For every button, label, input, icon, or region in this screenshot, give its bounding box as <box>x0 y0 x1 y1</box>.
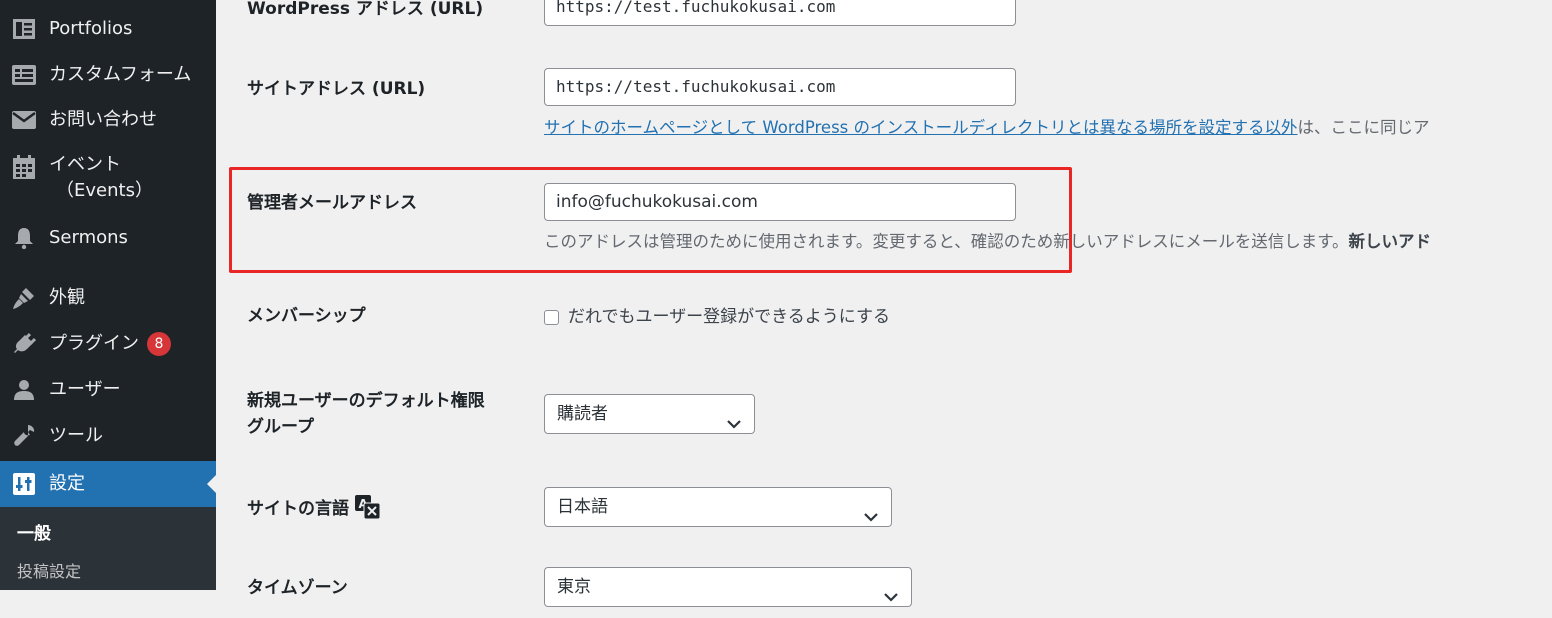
site-language-select[interactable]: 日本語 <box>544 487 892 527</box>
sidebar-item-label: イベント <box>49 154 121 175</box>
calendar-icon <box>12 155 36 179</box>
admin-sidebar: Portfolios カスタムフォーム お問い合わせ イベント （Events）… <box>0 0 216 590</box>
timezone-select[interactable]: 東京 <box>544 567 912 607</box>
timezone-label: タイムゾーン <box>247 578 348 598</box>
chevron-down-icon <box>863 500 879 522</box>
sidebar-item-users[interactable]: ユーザー <box>0 377 216 407</box>
chevron-down-icon <box>726 407 742 429</box>
site-address-help-link[interactable]: サイトのホームページとして WordPress のインストールディレクトリとは異… <box>544 118 1298 137</box>
site-address-description: サイトのホームページとして WordPress のインストールディレクトリとは異… <box>544 116 1430 140</box>
form-icon <box>12 63 36 87</box>
sidebar-item-plugins[interactable]: プラグイン 8 <box>0 331 216 361</box>
sidebar-item-events[interactable]: イベント （Events） <box>0 152 216 206</box>
sidebar-item-appearance[interactable]: 外観 <box>0 285 216 315</box>
sidebar-item-custom-form[interactable]: カスタムフォーム <box>0 62 216 92</box>
sidebar-item-label: お問い合わせ <box>49 109 157 130</box>
mail-icon <box>12 108 36 132</box>
sidebar-item-label: Portfolios <box>49 18 133 39</box>
settings-submenu: 一般 投稿設定 <box>0 507 216 590</box>
admin-email-label: 管理者メールアドレス <box>247 193 417 213</box>
default-role-label-line2: グループ <box>247 417 314 437</box>
site-language-value: 日本語 <box>557 497 608 517</box>
update-count-badge: 8 <box>147 332 171 356</box>
default-role-label: 新規ユーザーのデフォルト権限 <box>247 391 485 411</box>
chevron-down-icon <box>883 580 899 602</box>
submenu-item-general[interactable]: 一般 <box>17 523 51 545</box>
wp-address-input[interactable]: https://test.fuchukokusai.com <box>544 0 1016 26</box>
sidebar-item-portfolios[interactable]: Portfolios <box>0 16 216 46</box>
settings-icon <box>12 472 36 496</box>
sidebar-item-label: ユーザー <box>49 379 121 400</box>
portfolio-icon <box>12 17 36 41</box>
sidebar-item-settings[interactable]: 設定 <box>0 461 216 507</box>
membership-checkbox-label[interactable]: だれでもユーザー登録ができるようにする <box>568 304 890 330</box>
sidebar-item-contact[interactable]: お問い合わせ <box>0 107 216 137</box>
sidebar-item-label: カスタムフォーム <box>49 64 192 85</box>
bell-icon <box>12 226 36 250</box>
membership-checkbox[interactable] <box>544 310 559 325</box>
sidebar-item-label-sub: （Events） <box>56 180 153 201</box>
brush-icon <box>12 286 36 310</box>
default-role-value: 購読者 <box>557 404 608 424</box>
default-role-select[interactable]: 購読者 <box>544 394 755 434</box>
admin-email-description: このアドレスは管理のために使用されます。変更すると、確認のため新しいアドレスにメ… <box>544 230 1431 254</box>
site-address-desc-rest: は、ここに同じア <box>1297 118 1430 137</box>
site-address-label: サイトアドレス (URL) <box>247 79 426 99</box>
translation-icon: A <box>355 495 381 520</box>
wp-address-label: WordPress アドレス (URL) <box>247 0 484 19</box>
sidebar-item-sermons[interactable]: Sermons <box>0 225 216 255</box>
plugin-icon <box>12 332 36 356</box>
site-address-input[interactable]: https://test.fuchukokusai.com <box>544 68 1016 106</box>
sidebar-item-label: ツール <box>49 425 103 446</box>
sidebar-item-label: 設定 <box>49 473 85 494</box>
wrench-icon <box>12 424 36 448</box>
site-language-label: サイトの言語 <box>247 499 349 519</box>
admin-email-desc-text: このアドレスは管理のために使用されます。変更すると、確認のため新しいアドレスにメ… <box>544 232 1349 251</box>
user-icon <box>12 378 36 402</box>
admin-email-input[interactable]: info@fuchukokusai.com <box>544 183 1016 221</box>
membership-label: メンバーシップ <box>247 306 366 326</box>
timezone-value: 東京 <box>557 577 591 597</box>
site-language-label-wrap: サイトの言語 A <box>247 495 381 522</box>
sidebar-item-label: Sermons <box>49 227 128 248</box>
sidebar-item-tools[interactable]: ツール <box>0 423 216 453</box>
admin-email-desc-bold: 新しいアド <box>1348 232 1432 251</box>
submenu-item-writing[interactable]: 投稿設定 <box>17 561 81 583</box>
sidebar-item-label-wrap: プラグイン 8 <box>49 331 171 357</box>
sidebar-item-label: プラグイン <box>49 333 139 354</box>
sidebar-item-label: 外観 <box>49 287 85 308</box>
